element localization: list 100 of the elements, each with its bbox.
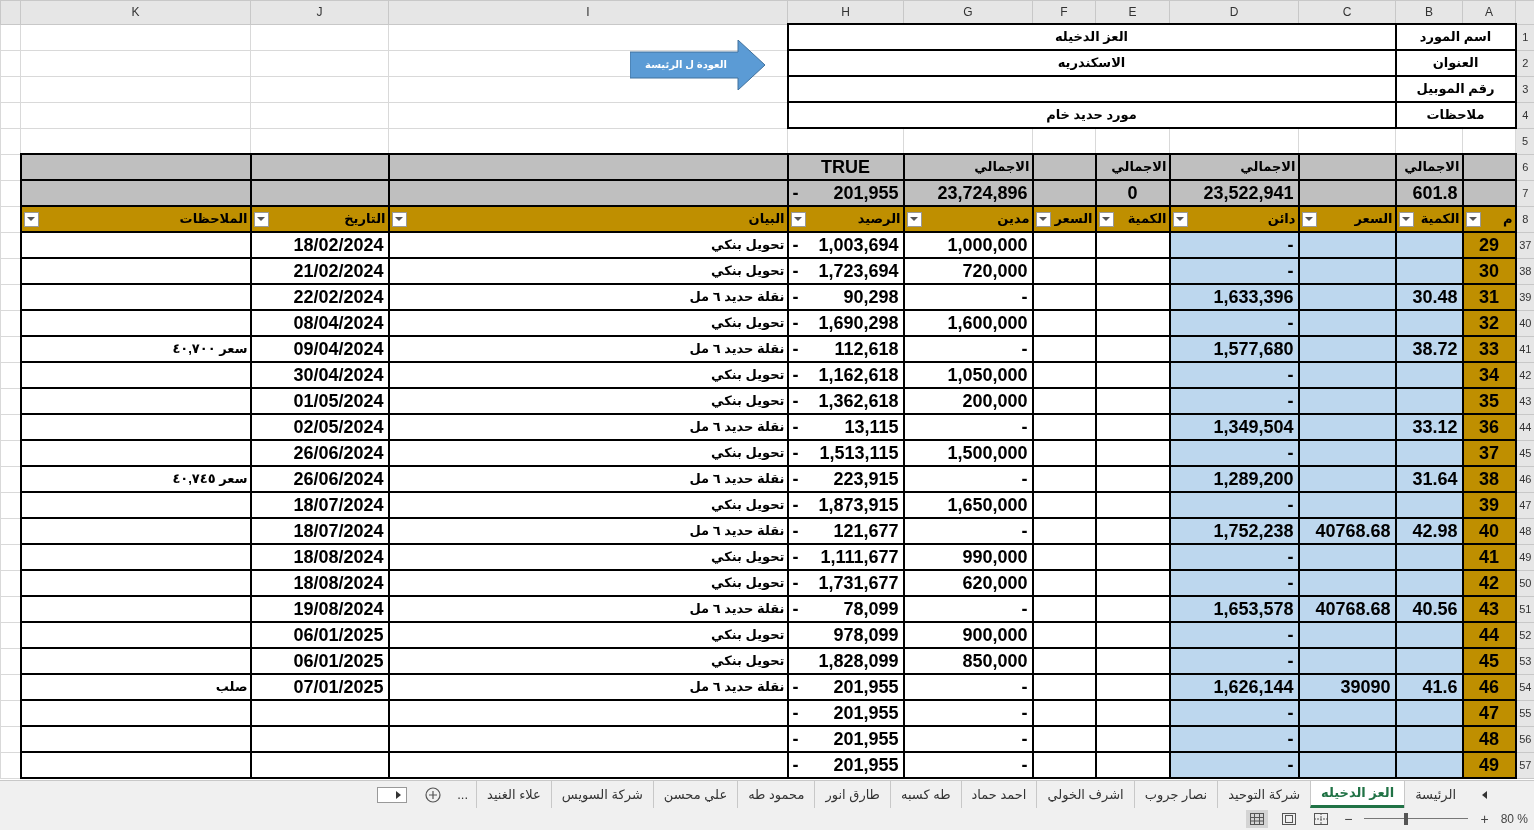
scroll-right-icon[interactable]	[377, 786, 408, 803]
cell-value: 1,111,677	[820, 546, 899, 568]
table-cell: 1,626,144	[1169, 674, 1299, 700]
column-title: الملاحظات	[179, 210, 248, 228]
table-cell: 22/02/2024	[250, 284, 389, 310]
table-cell: -	[1169, 570, 1299, 596]
minus-sign: -	[792, 728, 799, 750]
column-title: دائن	[1267, 210, 1296, 228]
table-cell: 26/06/2024	[250, 466, 389, 492]
minus-sign: -	[792, 494, 799, 516]
minus-sign: -	[792, 468, 799, 490]
minus-sign: -	[792, 572, 799, 594]
table-cell: -	[1169, 752, 1299, 778]
filter-button[interactable]	[23, 211, 39, 227]
cell-value: 1,828,099	[818, 650, 899, 672]
cell-value: 13,115	[844, 416, 899, 438]
minus-sign: -	[792, 754, 799, 776]
table-cell: 1,653,578	[1169, 596, 1299, 622]
table-cell: TRUE	[787, 154, 904, 180]
table-cell: 06/01/2025	[250, 648, 389, 674]
filter-button[interactable]	[1398, 211, 1414, 227]
table-cell: 200,000	[903, 388, 1033, 414]
column-header[interactable]: D	[1169, 0, 1299, 24]
minus-sign: -	[792, 338, 799, 360]
filter-button[interactable]	[1172, 211, 1188, 227]
cell-value: 78,099	[843, 598, 899, 620]
column-header[interactable]: H	[787, 0, 904, 24]
table-cell: -	[903, 726, 1033, 752]
column-header[interactable]: K	[20, 0, 251, 24]
column-title: البيان	[748, 210, 785, 228]
more-tabs-button[interactable]: ...	[449, 781, 477, 808]
table-cell: تحويل بنكي	[388, 310, 788, 336]
column-header[interactable]: B	[1395, 0, 1463, 24]
column-header[interactable]: J	[250, 0, 389, 24]
filter-button[interactable]	[906, 211, 922, 227]
slider-thumb[interactable]	[1404, 813, 1409, 825]
table-cell: -	[1169, 492, 1299, 518]
table-cell: 40768.68	[1298, 596, 1396, 622]
column-header[interactable]: G	[903, 0, 1033, 24]
cell-value: 978,099	[833, 624, 899, 646]
plus-icon	[425, 786, 442, 803]
column-header[interactable]: A	[1462, 0, 1516, 24]
normal-view-icon[interactable]	[1246, 810, 1269, 828]
info-value: الاسكندريه	[787, 50, 1396, 76]
table-cell: 720,000	[903, 258, 1033, 284]
table-cell: 06/01/2025	[250, 622, 389, 648]
table-cell: تحويل بنكي	[388, 648, 788, 674]
table-cell: 850,000	[903, 648, 1033, 674]
cell-value: 1,513,115	[819, 442, 899, 464]
minus-sign: -	[792, 676, 799, 698]
cell-value: 201,955	[833, 702, 899, 724]
table-cell: تحويل بنكي	[388, 258, 788, 284]
zoom-slider[interactable]	[1364, 810, 1469, 828]
filter-button[interactable]	[1301, 211, 1317, 227]
column-title: التاريخ	[344, 210, 386, 228]
table-cell: -	[1169, 544, 1299, 570]
table-cell: -	[1169, 700, 1299, 726]
cell-value: 121,677	[833, 520, 899, 542]
table-cell: 02/05/2024	[250, 414, 389, 440]
filter-button[interactable]	[1098, 211, 1114, 227]
table-cell: 1,752,238	[1169, 518, 1299, 544]
minus-sign: -	[792, 598, 799, 620]
column-title: السعر	[1354, 210, 1393, 228]
table-cell: الاجمالي	[1395, 154, 1463, 180]
table-cell: 1,050,000	[903, 362, 1033, 388]
filter-button[interactable]	[253, 211, 269, 227]
cell-value: 201,955	[833, 728, 899, 750]
filter-button[interactable]	[391, 211, 407, 227]
filter-button[interactable]	[1035, 211, 1051, 227]
table-cell: -	[1169, 310, 1299, 336]
table-cell: 18/08/2024	[250, 570, 389, 596]
table-cell: نقلة حديد ٦ مل	[388, 596, 788, 622]
table-cell: تحويل بنكي	[388, 232, 788, 258]
column-title: الكمية	[1420, 210, 1460, 228]
table-cell: الاجمالي	[903, 154, 1033, 180]
filter-button[interactable]	[790, 211, 806, 227]
table-cell: تحويل بنكي	[388, 622, 788, 648]
cell-value: 112,618	[834, 338, 899, 360]
cell-value: 1,873,915	[818, 494, 899, 516]
column-header[interactable]: F	[1032, 0, 1096, 24]
table-cell: -	[903, 336, 1033, 362]
column-header[interactable]: C	[1298, 0, 1396, 24]
table-cell: الاجمالي	[1169, 154, 1299, 180]
info-label: رقم الموبيل	[1395, 76, 1516, 102]
cell-value: 1,723,694	[818, 260, 899, 282]
sheet-tab[interactable]: العز الدخيله	[1310, 781, 1405, 808]
cell-value: 90,298	[843, 286, 899, 308]
cell-value: 1,362,618	[818, 390, 899, 412]
zoom-in-button[interactable]: +	[1478, 810, 1491, 828]
table-cell: -	[903, 700, 1033, 726]
table-cell: -	[903, 284, 1033, 310]
table-cell: 23,724,896	[903, 180, 1033, 206]
minus-sign: -	[792, 416, 799, 438]
table-cell: 990,000	[903, 544, 1033, 570]
table-cell: نقلة حديد ٦ مل	[388, 674, 788, 700]
zoom-out-button[interactable]: −	[1342, 810, 1355, 828]
filter-button[interactable]	[1465, 211, 1481, 227]
column-header[interactable]: I	[388, 0, 788, 24]
column-header[interactable]: E	[1095, 0, 1170, 24]
table-cell: -	[1169, 362, 1299, 388]
